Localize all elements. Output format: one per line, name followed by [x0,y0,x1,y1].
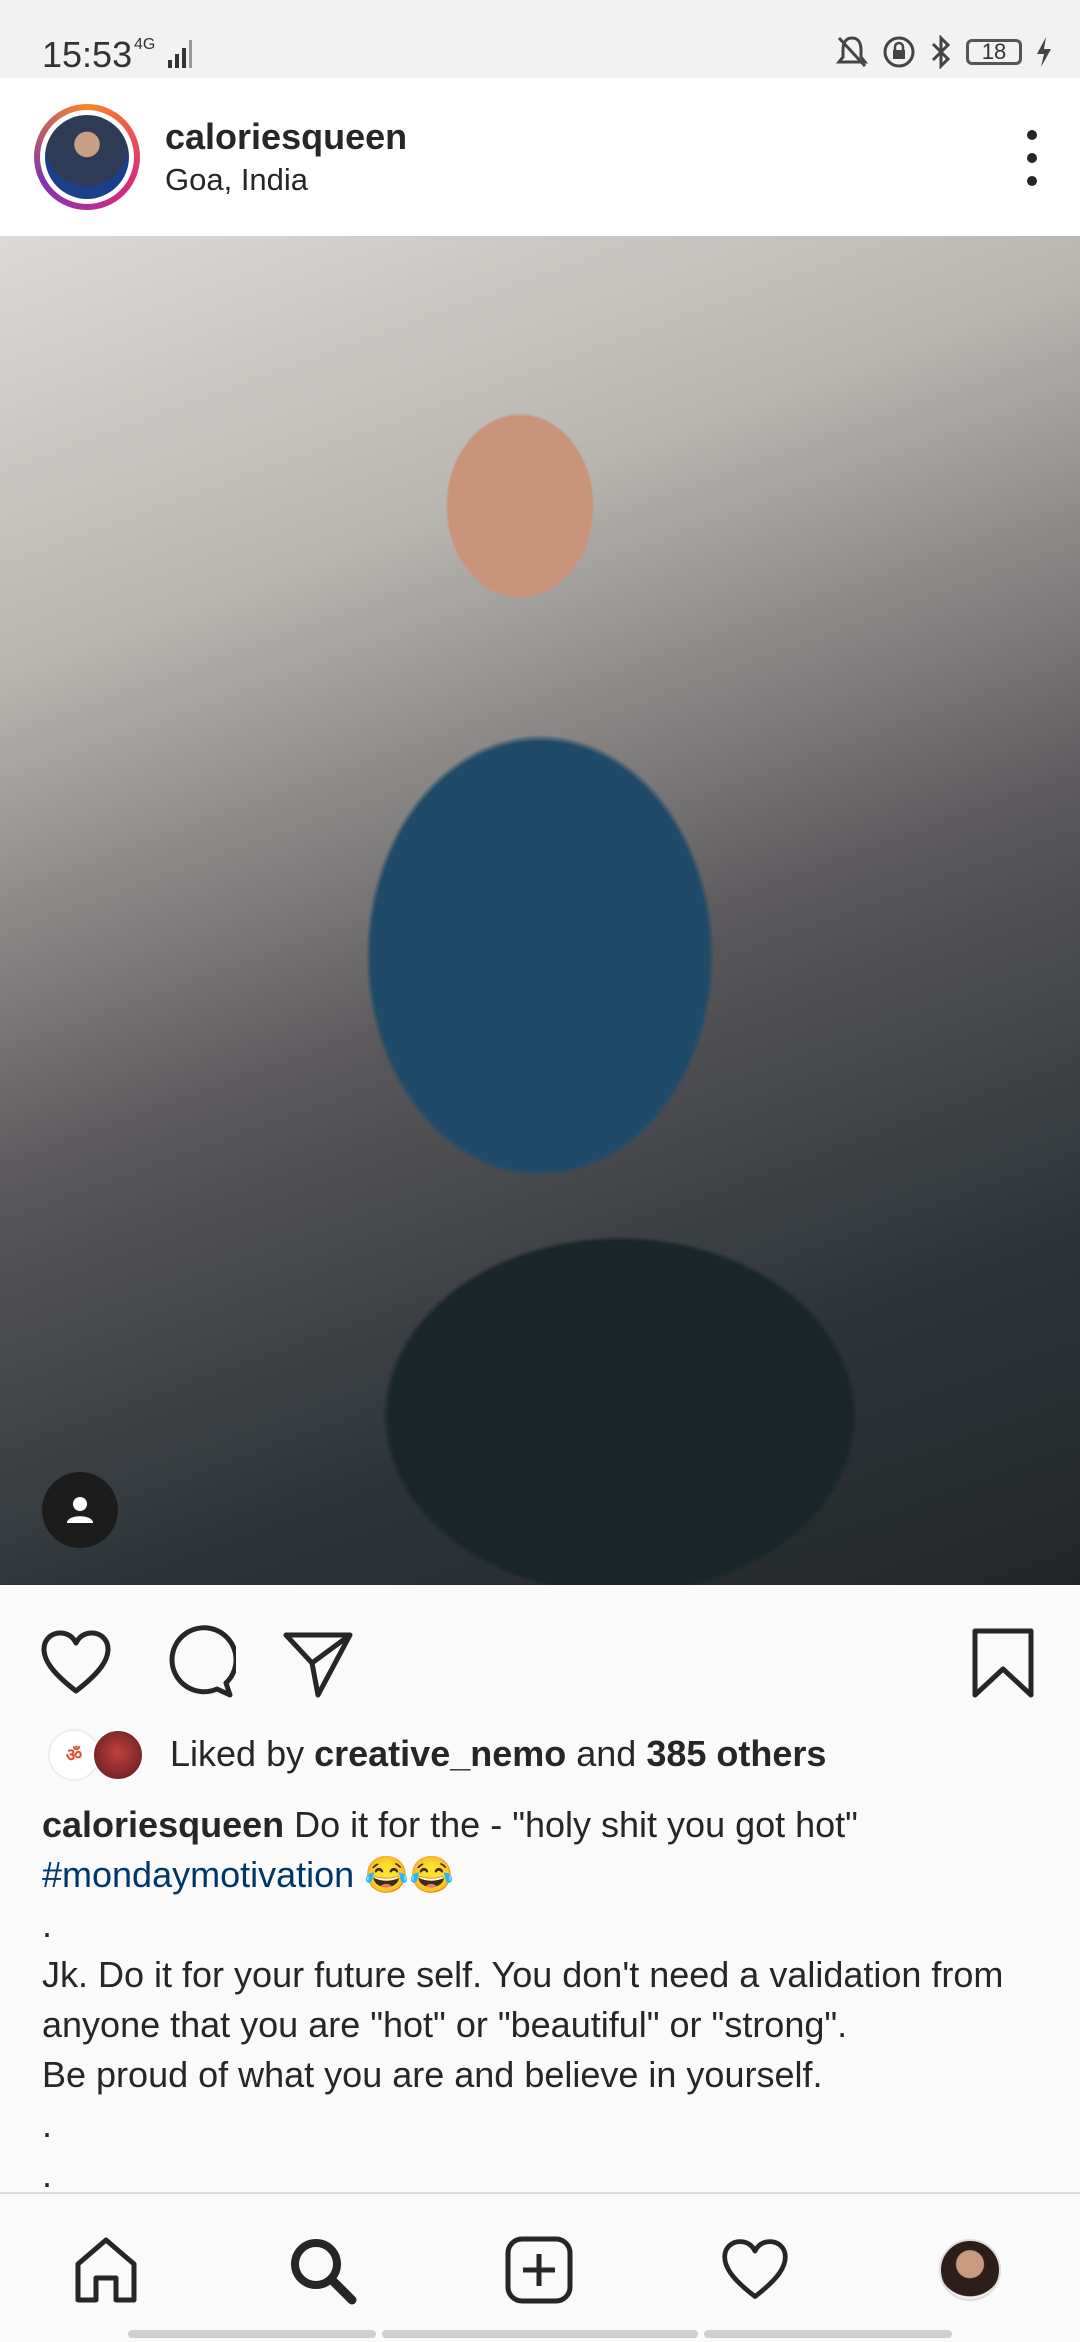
comment-icon[interactable] [160,1625,236,1701]
home-icon [75,2237,137,2303]
likes-others-link[interactable]: 385 others [646,1733,826,1774]
post-photo[interactable] [0,236,1080,1585]
tagged-users-button[interactable] [42,1472,118,1548]
post-location[interactable]: Goa, India [165,162,308,198]
likes-connector: and [576,1733,637,1774]
liker-avatar [92,1729,144,1781]
caption-line: Be proud of what you are and believe in … [42,2054,823,2095]
rotation-lock-icon [883,36,915,68]
battery-level: 18 [981,39,1007,64]
post-header: caloriesqueen Goa, India [0,78,1080,236]
gesture-bar [382,2330,698,2338]
post-caption: caloriesqueen Do it for the - "holy shit… [42,1800,1042,2200]
likes-prefix: Liked by [170,1733,305,1774]
hashtag-link[interactable]: #mondaymotivation [42,1854,354,1895]
charging-icon [1037,37,1051,67]
bottom-nav [0,2192,1080,2342]
first-liker-link[interactable]: creative_nemo [314,1733,566,1774]
more-dot-icon [1027,176,1037,186]
search-icon [291,2239,357,2305]
share-icon[interactable] [280,1625,356,1701]
status-icons: 18 [836,32,1052,72]
gesture-bar [704,2330,952,2338]
nav-new-post[interactable] [499,2230,579,2310]
person-icon [67,1497,93,1523]
bluetooth-icon [931,35,951,69]
status-bar: 15:53 4G 18 [0,0,1080,78]
nav-search[interactable] [282,2230,362,2310]
more-dot-icon [1027,130,1037,140]
network-type: 4G [134,36,156,53]
avatar [45,115,129,199]
more-options-button[interactable] [1022,130,1042,186]
nav-profile[interactable] [930,2230,1010,2310]
story-avatar[interactable] [34,104,140,210]
post-username[interactable]: caloriesqueen [165,116,407,158]
add-post-icon [505,2236,573,2304]
more-dot-icon [1027,153,1037,163]
caption-emoji: 😂😂 [364,1854,454,1895]
nav-activity[interactable] [715,2230,795,2310]
likes-summary[interactable]: Liked by creative_nemo and 385 others [170,1733,826,1775]
activity-heart-icon [722,2239,788,2299]
likes-row[interactable]: ॐ Liked by creative_nemo and 385 others [0,1725,1080,1789]
caption-username[interactable]: caloriesqueen [42,1804,284,1845]
heart-icon[interactable] [38,1625,114,1701]
caption-dot: . [42,2104,53,2145]
signal-icon [168,40,192,68]
gesture-bar [128,2330,376,2338]
post-actions [0,1585,1080,1725]
battery-icon: 18 [966,39,1022,65]
caption-text: Do it for the - "holy shit you got hot" [294,1804,858,1845]
status-time: 15:53 [42,34,133,75]
silent-bell-icon [836,36,868,68]
caption-dot: . [42,1904,53,1945]
nav-home[interactable] [66,2230,146,2310]
profile-avatar [939,2239,1001,2301]
caption-line: Jk. Do it for your future self. You don'… [42,1954,1004,2045]
bookmark-icon[interactable] [965,1625,1041,1701]
